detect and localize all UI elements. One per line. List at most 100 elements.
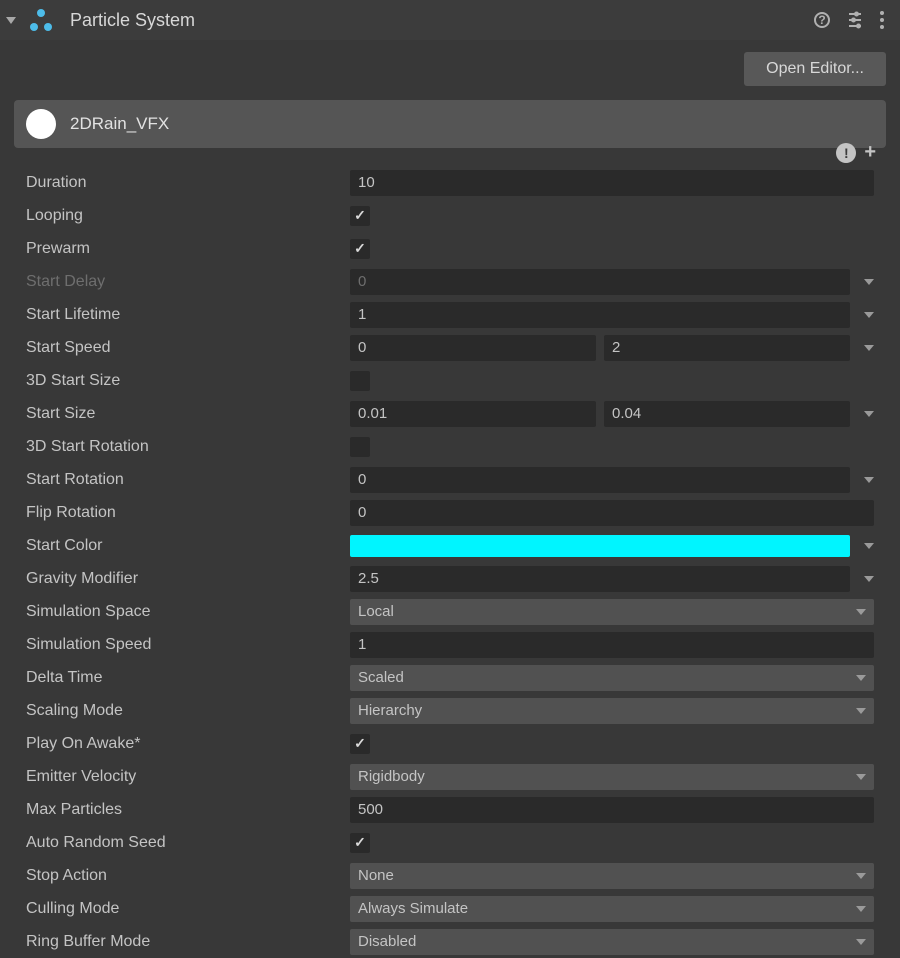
label-3d-start-rotation: 3D Start Rotation — [20, 438, 350, 456]
input-start-size-b[interactable] — [604, 401, 850, 427]
prop-start-rotation: Start Rotation — [16, 463, 886, 496]
prop-start-delay: Start Delay — [16, 265, 886, 298]
prop-sim-space: Simulation Space Local — [16, 595, 886, 628]
input-max-particles[interactable] — [350, 797, 874, 823]
label-play-on-awake: Play On Awake* — [20, 735, 350, 753]
select-stop-action[interactable]: None — [350, 863, 874, 889]
input-start-rotation[interactable] — [350, 467, 850, 493]
input-start-speed-a[interactable] — [350, 335, 596, 361]
more-options-icon[interactable] — [880, 11, 884, 29]
select-emitter-velocity[interactable]: Rigidbody — [350, 764, 874, 790]
prop-start-speed: Start Speed — [16, 331, 886, 364]
chevron-down-icon — [856, 675, 866, 681]
chevron-down-icon — [856, 708, 866, 714]
label-start-lifetime: Start Lifetime — [20, 306, 350, 324]
checkbox-play-on-awake[interactable] — [350, 734, 370, 754]
label-start-speed: Start Speed — [20, 339, 350, 357]
prop-max-particles: Max Particles — [16, 793, 886, 826]
prop-duration: Duration — [16, 166, 886, 199]
add-icon[interactable]: + — [864, 141, 876, 164]
dropdown-start-size[interactable] — [864, 411, 874, 417]
input-duration[interactable] — [350, 170, 874, 196]
label-duration: Duration — [20, 174, 350, 192]
label-flip-rotation: Flip Rotation — [20, 504, 350, 522]
dropdown-start-lifetime[interactable] — [864, 312, 874, 318]
label-stop-action: Stop Action — [20, 867, 350, 885]
label-prewarm: Prewarm — [20, 240, 350, 258]
color-swatch-start-color[interactable] — [350, 535, 850, 557]
label-start-delay: Start Delay — [20, 273, 350, 291]
label-start-rotation: Start Rotation — [20, 471, 350, 489]
prop-looping: Looping — [16, 199, 886, 232]
input-sim-speed[interactable] — [350, 632, 874, 658]
input-start-speed-b[interactable] — [604, 335, 850, 361]
prop-delta-time: Delta Time Scaled — [16, 661, 886, 694]
prop-scaling-mode: Scaling Mode Hierarchy — [16, 694, 886, 727]
checkbox-3d-start-rotation[interactable] — [350, 437, 370, 457]
select-scaling-mode[interactable]: Hierarchy — [350, 698, 874, 724]
open-editor-button[interactable]: Open Editor... — [744, 52, 886, 86]
prop-stop-action: Stop Action None — [16, 859, 886, 892]
module-title: 2DRain_VFX — [70, 114, 880, 134]
chevron-down-icon — [856, 609, 866, 615]
open-editor-row: Open Editor... — [0, 40, 900, 100]
label-scaling-mode: Scaling Mode — [20, 702, 350, 720]
prop-3d-start-rotation: 3D Start Rotation — [16, 430, 886, 463]
prop-gravity: Gravity Modifier — [16, 562, 886, 595]
dropdown-start-speed[interactable] — [864, 345, 874, 351]
chevron-down-icon — [856, 906, 866, 912]
label-auto-random-seed: Auto Random Seed — [20, 834, 350, 852]
checkbox-auto-random-seed[interactable] — [350, 833, 370, 853]
foldout-toggle-icon[interactable] — [6, 17, 16, 24]
module-header[interactable]: 2DRain_VFX ! + — [14, 100, 886, 148]
checkbox-looping[interactable] — [350, 206, 370, 226]
prop-3d-start-size: 3D Start Size — [16, 364, 886, 397]
preset-icon[interactable] — [846, 11, 864, 29]
input-gravity[interactable] — [350, 566, 850, 592]
dropdown-start-rotation[interactable] — [864, 477, 874, 483]
prop-flip-rotation: Flip Rotation — [16, 496, 886, 529]
dropdown-gravity[interactable] — [864, 576, 874, 582]
select-ring-buffer[interactable]: Disabled — [350, 929, 874, 955]
select-delta-time[interactable]: Scaled — [350, 665, 874, 691]
help-icon[interactable]: ? — [814, 12, 830, 28]
module-footer: ! + — [836, 141, 876, 164]
prop-start-size: Start Size — [16, 397, 886, 430]
prop-sim-speed: Simulation Speed — [16, 628, 886, 661]
chevron-down-icon — [856, 873, 866, 879]
dropdown-start-color[interactable] — [864, 543, 874, 549]
label-max-particles: Max Particles — [20, 801, 350, 819]
header-icon-group: ? — [814, 11, 890, 29]
label-ring-buffer: Ring Buffer Mode — [20, 933, 350, 951]
label-start-color: Start Color — [20, 537, 350, 555]
particle-system-icon — [30, 9, 52, 31]
properties-list: Duration Looping Prewarm Start Delay Sta… — [14, 148, 886, 958]
label-3d-start-size: 3D Start Size — [20, 372, 350, 390]
label-culling-mode: Culling Mode — [20, 900, 350, 918]
prop-play-on-awake: Play On Awake* — [16, 727, 886, 760]
checkbox-prewarm[interactable] — [350, 239, 370, 259]
prop-start-lifetime: Start Lifetime — [16, 298, 886, 331]
module-container: 2DRain_VFX ! + Duration Looping Prewarm … — [14, 100, 886, 958]
input-start-lifetime[interactable] — [350, 302, 850, 328]
prop-ring-buffer: Ring Buffer Mode Disabled — [16, 925, 886, 958]
prop-prewarm: Prewarm — [16, 232, 886, 265]
prop-auto-random-seed: Auto Random Seed — [16, 826, 886, 859]
component-title: Particle System — [70, 10, 814, 31]
input-start-delay — [350, 269, 850, 295]
label-delta-time: Delta Time — [20, 669, 350, 687]
label-sim-space: Simulation Space — [20, 603, 350, 621]
prop-start-color: Start Color — [16, 529, 886, 562]
chevron-down-icon — [856, 774, 866, 780]
dropdown-start-delay[interactable] — [864, 279, 874, 285]
select-sim-space[interactable]: Local — [350, 599, 874, 625]
label-looping: Looping — [20, 207, 350, 225]
label-gravity: Gravity Modifier — [20, 570, 350, 588]
label-emitter-velocity: Emitter Velocity — [20, 768, 350, 786]
warning-icon[interactable]: ! — [836, 143, 856, 163]
prop-culling-mode: Culling Mode Always Simulate — [16, 892, 886, 925]
select-culling-mode[interactable]: Always Simulate — [350, 896, 874, 922]
input-start-size-a[interactable] — [350, 401, 596, 427]
checkbox-3d-start-size[interactable] — [350, 371, 370, 391]
input-flip-rotation[interactable] — [350, 500, 874, 526]
